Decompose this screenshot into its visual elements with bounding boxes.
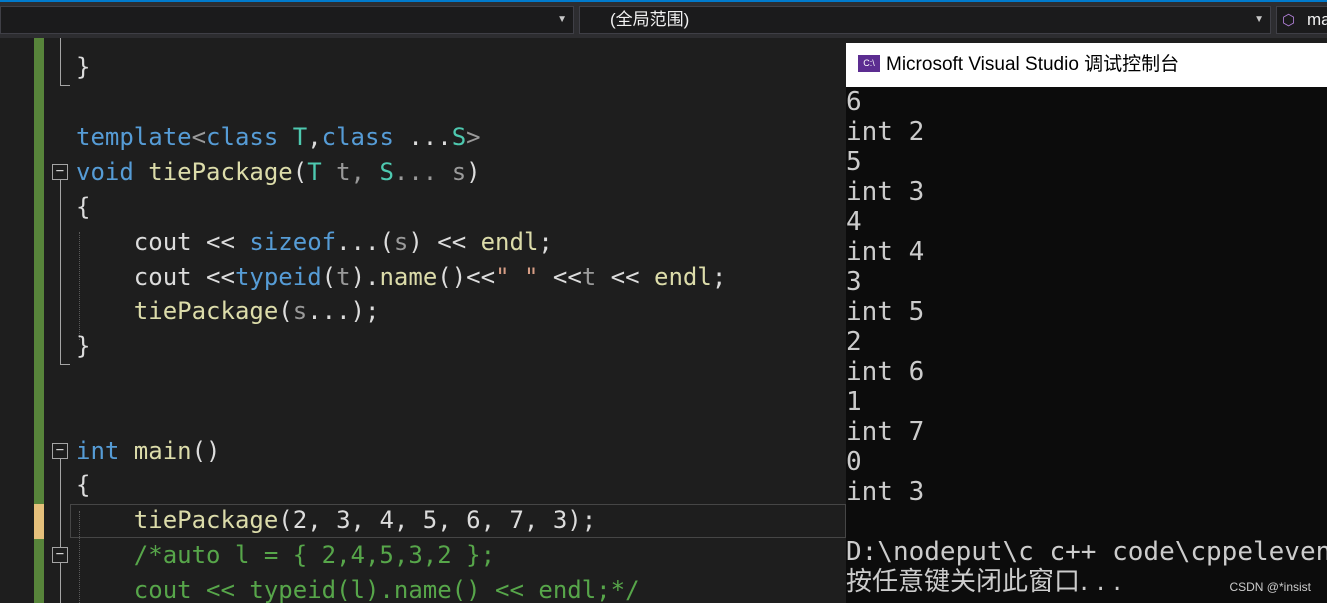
collapse-toggle-icon[interactable]: − [52, 164, 68, 180]
console-app-icon: C:\ [858, 55, 880, 72]
output-line: int 2 [846, 117, 925, 147]
output-line: 5 [846, 147, 862, 177]
outline-line-end [60, 364, 70, 365]
member-label: ma [1307, 10, 1327, 29]
console-title: Microsoft Visual Studio 调试控制台 [886, 54, 1180, 75]
output-line: 2 [846, 327, 862, 357]
outline-line [60, 563, 61, 603]
outline-line [60, 38, 61, 85]
output-line: 0 [846, 447, 862, 477]
member-dropdown[interactable]: ⬡ ma [1276, 6, 1327, 34]
chevron-down-icon: ▼ [557, 14, 567, 25]
chevron-down-icon: ▼ [1254, 14, 1264, 25]
debug-console-window[interactable]: C:\ Microsoft Visual Studio 调试控制台 6 int … [846, 43, 1327, 603]
outline-line [60, 180, 61, 364]
code-line: int main() [76, 437, 221, 465]
output-line: int 7 [846, 417, 925, 447]
code-line: { [76, 471, 91, 499]
scope-label: (全局范围) [610, 10, 690, 29]
code-line: void tiePackage(T t, S... s) [76, 158, 481, 186]
output-line: 3 [846, 267, 862, 297]
member-cube-icon: ⬡ [1282, 12, 1296, 29]
outline-line-end [60, 85, 70, 86]
console-output: 6 int 2 5 int 3 4 int 4 3 int 5 2 int 6 … [846, 87, 1327, 603]
output-line: int 5 [846, 297, 925, 327]
watermark: CSDN @*insist [1229, 580, 1311, 594]
output-line: 6 [846, 87, 862, 117]
code-line: /*auto l = { 2,4,5,3,2 }; [133, 541, 496, 569]
code-line: cout << sizeof...(s) << endl; [133, 228, 553, 256]
collapse-toggle-icon[interactable]: − [52, 547, 68, 563]
code-editor[interactable]: − − − } template<class T,class ...S> voi… [0, 38, 846, 603]
output-line: int 4 [846, 237, 925, 267]
code-line: cout <<typeid(t).name()<<" " <<t << endl… [133, 263, 727, 291]
output-line: int 3 [846, 177, 925, 207]
console-title-bar[interactable]: C:\ Microsoft Visual Studio 调试控制台 [846, 43, 1327, 87]
outline-line [60, 459, 61, 547]
collapse-toggle-icon[interactable]: − [52, 443, 68, 459]
output-line: 4 [846, 207, 862, 237]
modified-line-marker [34, 504, 44, 539]
output-line: int 3 [846, 477, 925, 507]
code-line: } [76, 53, 91, 81]
code-line: { [76, 193, 91, 221]
code-line: tiePackage(2, 3, 4, 5, 6, 7, 3); [133, 506, 597, 534]
code-line: tiePackage(s...); [133, 297, 380, 325]
output-line: 1 [846, 387, 862, 417]
code-line: cout << typeid(l).name() << endl;*/ [133, 576, 640, 603]
navigation-bar: ▼ (全局范围) ▼ ⬡ ma [0, 0, 1327, 38]
scope-dropdown[interactable]: (全局范围) ▼ [579, 6, 1271, 34]
output-line: int 6 [846, 357, 925, 387]
project-dropdown[interactable]: ▼ [0, 6, 574, 34]
code-line: template<class T,class ...S> [76, 123, 481, 151]
code-line: } [76, 332, 91, 360]
exit-path-line: D:\nodeput\c c++ code\cppeleven\ [846, 537, 1327, 567]
